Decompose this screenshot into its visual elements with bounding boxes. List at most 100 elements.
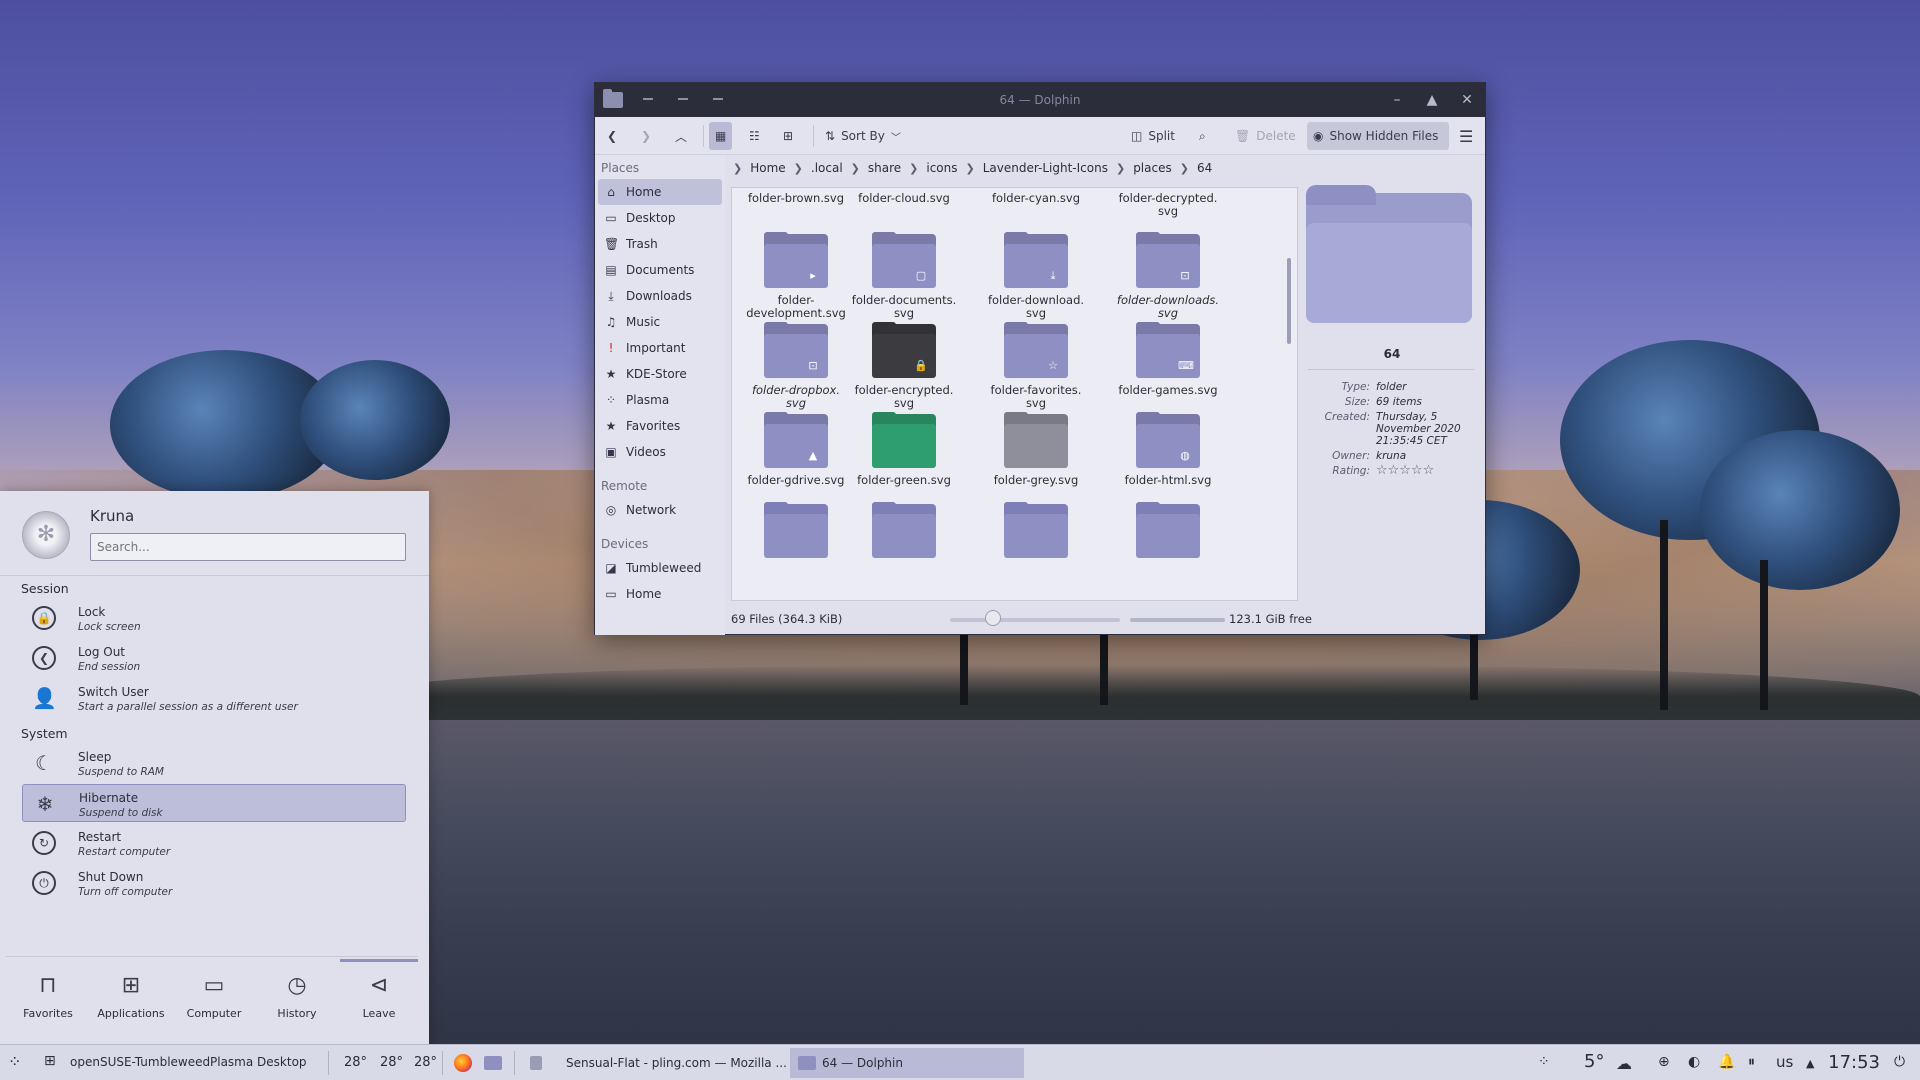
file-item[interactable] <box>840 502 968 564</box>
places-item-downloads[interactable]: ⤓ Downloads <box>598 283 722 309</box>
distro-label[interactable]: openSUSE-Tumbleweed <box>70 1055 210 1069</box>
info-value: folder <box>1376 381 1407 393</box>
back-icon[interactable]: ❮ <box>601 122 623 150</box>
split-button[interactable]: ◫ Split <box>1125 122 1181 150</box>
file-view[interactable]: folder-brown.svg folder-cloud.svg folder… <box>731 187 1298 601</box>
breadcrumb-item[interactable]: Home <box>750 161 785 175</box>
bell-icon[interactable]: 🔔 <box>1718 1054 1735 1070</box>
dolphin-launcher-icon[interactable] <box>476 1048 510 1078</box>
hamburger-menu-icon[interactable]: ☰ <box>1453 122 1479 150</box>
folder-icon: ⌨ <box>1136 322 1200 378</box>
desktop-pager-icon[interactable] <box>522 1048 550 1078</box>
file-item[interactable]: ⊡ folder-downloads. svg <box>1104 232 1232 320</box>
zoom-slider[interactable] <box>950 618 1120 622</box>
file-item[interactable] <box>972 502 1100 564</box>
places-item-music[interactable]: ♫ Music <box>598 309 722 335</box>
details-view-icon[interactable]: ⊞ <box>777 122 799 150</box>
file-name: folder-documents. svg <box>851 293 957 320</box>
clock[interactable]: 17:53 <box>1828 1052 1880 1073</box>
weather-temperature[interactable]: 5° <box>1584 1051 1604 1072</box>
compact-view-icon[interactable]: ☷ <box>743 122 766 150</box>
file-item[interactable]: ▢ folder-documents. svg <box>840 232 968 320</box>
icons-view-icon[interactable]: ▦ <box>709 122 733 150</box>
tab-computer[interactable]: ▭ Computer <box>175 973 253 1020</box>
zoom-slider-handle[interactable] <box>984 610 1001 626</box>
breadcrumb-item[interactable]: share <box>868 161 901 175</box>
avatar[interactable] <box>22 511 70 559</box>
keyboard-layout[interactable]: us <box>1776 1053 1793 1071</box>
places-item-kde-store[interactable]: ★ KDE-Store <box>598 361 722 387</box>
file-item[interactable]: 🔒 folder-encrypted. svg <box>840 322 968 410</box>
log-out-button[interactable]: ❮ Log Out End session <box>22 639 406 677</box>
places-item-plasma[interactable]: ⁘ Plasma <box>598 387 722 413</box>
places-item-trash[interactable]: 🗑 Trash <box>598 231 722 257</box>
file-item[interactable]: ☆ folder-favorites. svg <box>972 322 1100 410</box>
breadcrumb-item[interactable]: icons <box>926 161 957 175</box>
places-item-videos[interactable]: ▣ Videos <box>598 439 722 465</box>
task-firefox[interactable]: Sensual-Flat - pling.com — Mozilla ... <box>552 1048 788 1078</box>
plasma-icon[interactable]: ⁘ <box>1538 1054 1550 1070</box>
file-item[interactable]: folder-green.svg <box>840 412 968 487</box>
rating-stars[interactable]: ☆☆☆☆☆ <box>1376 464 1476 477</box>
window-titlebar[interactable]: 64 — Dolphin – ▲ ✕ <box>595 83 1485 117</box>
file-item[interactable]: folder-decrypted. svg <box>1104 192 1232 218</box>
tab-applications[interactable]: ⊞ Applications <box>92 973 170 1020</box>
tab-leave[interactable]: ⊲ Leave <box>340 973 418 1020</box>
places-item-favorites[interactable]: ★ Favorites <box>598 413 722 439</box>
home-icon: ⌂ <box>607 185 615 199</box>
file-item[interactable]: ⌨ folder-games.svg <box>1104 322 1232 397</box>
switch-user-button[interactable]: 👤 Switch User Start a parallel session a… <box>22 679 406 717</box>
breadcrumb-item[interactable]: places <box>1133 161 1172 175</box>
places-item-important[interactable]: ! Important <box>598 335 722 361</box>
shut-down-button[interactable]: ⏻ Shut Down Turn off computer <box>22 864 406 902</box>
places-item-home[interactable]: ⌂ Home <box>598 179 722 205</box>
search-icon[interactable]: ⌕ <box>1193 122 1212 150</box>
scrollbar[interactable] <box>1287 258 1291 344</box>
places-item-documents[interactable]: ▤ Documents <box>598 257 722 283</box>
clipboard-icon[interactable]: ◐ <box>1688 1054 1700 1070</box>
updates-icon[interactable]: ⊕ <box>1658 1054 1670 1070</box>
tray-expand-icon[interactable]: ▲ <box>1806 1057 1814 1070</box>
breadcrumb-item-current[interactable]: 64 <box>1197 161 1212 175</box>
tab-history[interactable]: ◷ History <box>258 973 336 1020</box>
file-item[interactable]: folder-grey.svg <box>972 412 1100 487</box>
up-icon[interactable]: ︿ <box>669 122 693 150</box>
places-item-tumbleweed[interactable]: ◪ Tumbleweed <box>598 555 722 581</box>
search-input[interactable] <box>90 533 406 561</box>
forward-icon[interactable]: ❯ <box>635 122 657 150</box>
file-item[interactable] <box>1104 502 1232 564</box>
plasma-launcher-icon[interactable]: ⁘ <box>8 1052 21 1071</box>
sleep-button[interactable]: ☾ Sleep Suspend to RAM <box>22 744 406 782</box>
media-pause-icon[interactable]: ⏸ <box>1748 1054 1755 1070</box>
network-icon[interactable]: ⊞ <box>44 1053 56 1069</box>
breadcrumb-item[interactable]: Lavender-Light-Icons <box>983 161 1108 175</box>
places-item-desktop[interactable]: ▭ Desktop <box>598 205 722 231</box>
sort-by-button[interactable]: ⇅ Sort By ﹀ <box>819 122 907 150</box>
shutdown-icon[interactable]: ⏻ <box>1894 1054 1905 1070</box>
file-item[interactable]: ◍ folder-html.svg <box>1104 412 1232 487</box>
breadcrumb-item[interactable]: .local <box>811 161 843 175</box>
task-dolphin[interactable]: 64 — Dolphin <box>790 1048 1024 1078</box>
info-key: Owner: <box>1332 450 1370 462</box>
lock-button[interactable]: 🔒 Lock Lock screen <box>22 599 406 637</box>
trash-icon: 🗑 <box>604 237 620 251</box>
restart-button[interactable]: ↻ Restart Restart computer <box>22 824 406 862</box>
places-item-network[interactable]: ◎ Network <box>598 497 722 523</box>
delete-button[interactable]: 🗑 Delete <box>1229 122 1302 150</box>
close-icon[interactable]: ✕ <box>1456 89 1478 111</box>
desktop-label[interactable]: Plasma Desktop <box>210 1055 307 1069</box>
file-item[interactable]: folder-cloud.svg <box>840 192 968 205</box>
cloud-icon[interactable]: ☁ <box>1616 1054 1632 1073</box>
hibernate-icon: ❄ <box>36 792 54 816</box>
tab-favorites[interactable]: ⊓ Favorites <box>9 973 87 1020</box>
action-description: Turn off computer <box>78 886 173 898</box>
hibernate-button[interactable]: ❄ Hibernate Suspend to disk <box>22 784 406 822</box>
maximize-icon[interactable]: ▲ <box>1421 89 1443 111</box>
file-name: folder-decrypted. svg <box>1118 191 1218 218</box>
firefox-launcher-icon[interactable] <box>446 1048 480 1078</box>
file-item[interactable]: folder-cyan.svg <box>972 192 1100 205</box>
minimize-icon[interactable]: – <box>1386 89 1408 111</box>
file-item[interactable]: ⤓ folder-download. svg <box>972 232 1100 320</box>
places-item-home-device[interactable]: ▭ Home <box>598 581 722 607</box>
show-hidden-files-button[interactable]: ◉ Show Hidden Files <box>1307 122 1449 150</box>
